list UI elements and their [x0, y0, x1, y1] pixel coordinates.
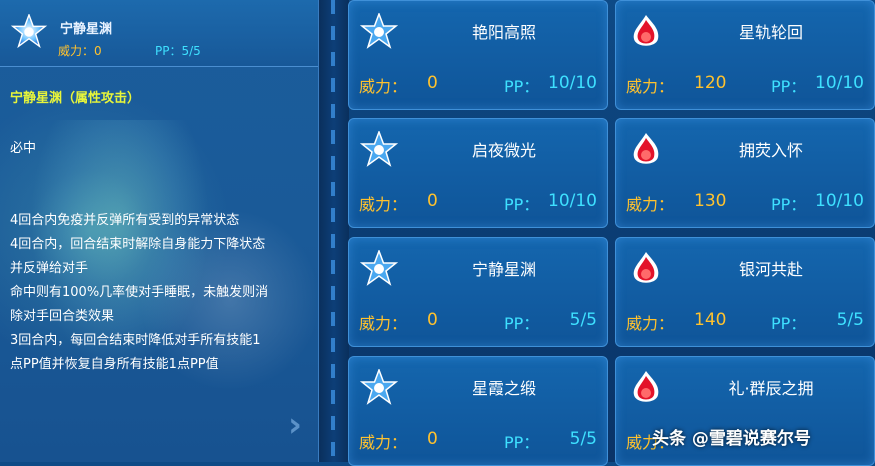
- power-value: 140: [694, 310, 727, 330]
- pp-value: 5/5: [569, 429, 597, 449]
- skill-name: 宁静星渊: [471, 260, 536, 279]
- pp-label: PP：: [771, 77, 807, 96]
- watermark: 头条 @雪碧说赛尔号: [652, 429, 811, 449]
- desc-line: 点PP值并恢复自身所有技能1点PP值: [10, 357, 219, 372]
- star-element-icon: [359, 250, 399, 286]
- detail-skill-name: 宁静星渊: [60, 22, 113, 37]
- pp-value: 10/10: [815, 73, 864, 93]
- power-label: 威力：: [359, 433, 408, 452]
- skill-name: 拥荧入怀: [738, 141, 803, 160]
- skill-card[interactable]: 礼·群辰之拥 威力：: [615, 356, 875, 466]
- power-value: 0: [427, 429, 438, 449]
- skill-name: 艳阳高照: [471, 23, 536, 42]
- pp-value: 5/5: [836, 310, 864, 330]
- pp-value: 10/10: [548, 73, 597, 93]
- pp-label: PP：: [504, 433, 540, 452]
- pp-value: 10/10: [815, 191, 864, 211]
- desc-line: 必中: [10, 141, 37, 156]
- skill-card[interactable]: 拥荧入怀 威力： 130 PP： 10/10: [615, 118, 875, 228]
- fire-element-icon: [633, 371, 659, 402]
- desc-gap: [10, 185, 315, 209]
- skill-name: 启夜微光: [471, 141, 536, 160]
- star-element-icon: [359, 13, 399, 49]
- power-label: 威力：: [359, 195, 408, 214]
- detail-type-line: 宁静星渊（属性攻击）: [10, 91, 141, 106]
- pp-label: PP：: [504, 314, 540, 333]
- skill-grid: 艳阳高照 威力： 0 PP： 10/10 星轨轮回 威力： 120 PP： 10…: [348, 0, 875, 466]
- pp-label: PP：: [771, 314, 807, 333]
- detail-power: 威力：0: [58, 44, 102, 58]
- desc-line: 4回合内免疫并反弹所有受到的异常状态: [10, 213, 240, 228]
- skill-name: 星轨轮回: [738, 23, 803, 42]
- desc-line: 4回合内，回合结束时解除自身能力下降状态: [10, 237, 266, 252]
- fire-element-icon: [633, 133, 659, 164]
- skill-name: 礼·群辰之拥: [728, 379, 814, 398]
- panel-separator: [319, 0, 349, 462]
- fire-element-icon: [633, 252, 659, 283]
- skill-detail-header: 宁静星渊 威力：0 PP：5/5: [0, 0, 318, 67]
- skill-card[interactable]: 星轨轮回 威力： 120 PP： 10/10: [615, 0, 875, 110]
- skill-card[interactable]: 启夜微光 威力： 0 PP： 10/10: [348, 118, 608, 228]
- skill-card[interactable]: 宁静星渊 威力： 0 PP： 5/5: [348, 237, 608, 347]
- skill-name: 银河共赴: [738, 260, 803, 279]
- pp-label: PP：: [771, 195, 807, 214]
- pp-value: 10/10: [548, 191, 597, 211]
- pp-label: PP：: [504, 195, 540, 214]
- power-label: 威力：: [626, 195, 675, 214]
- star-element-icon: [359, 369, 399, 405]
- power-label: 威力：: [359, 314, 408, 333]
- star-element-icon: [359, 131, 399, 167]
- separator-line: [331, 0, 335, 462]
- desc-gap: [10, 161, 315, 185]
- power-value: 0: [427, 310, 438, 330]
- skill-card[interactable]: 银河共赴 威力： 140 PP： 5/5: [615, 237, 875, 347]
- desc-line: 命中则有100%几率使对手睡眠，未触发则消: [10, 285, 269, 300]
- detail-description: 必中 4回合内免疫并反弹所有受到的异常状态 4回合内，回合结束时解除自身能力下降…: [10, 137, 315, 377]
- desc-line: 除对手回合类效果: [10, 309, 115, 324]
- power-value: 0: [427, 73, 438, 93]
- detail-pp: PP：5/5: [155, 44, 201, 58]
- power-label: 威力：: [626, 77, 675, 96]
- skill-name: 星霞之缎: [471, 379, 536, 398]
- star-element-icon: [10, 14, 48, 49]
- pp-label: PP：: [504, 77, 540, 96]
- chevron-right-icon[interactable]: ›: [288, 405, 302, 445]
- power-value: 120: [694, 73, 727, 93]
- power-value: 0: [427, 191, 438, 211]
- desc-line: 并反弹给对手: [10, 261, 89, 276]
- skill-card[interactable]: 艳阳高照 威力： 0 PP： 10/10: [348, 0, 608, 110]
- power-label: 威力：: [359, 77, 408, 96]
- power-value: 130: [694, 191, 727, 211]
- pp-value: 5/5: [569, 310, 597, 330]
- desc-line: 3回合内，每回合结束时降低对手所有技能1: [10, 333, 261, 348]
- fire-element-icon: [633, 15, 659, 46]
- skill-detail-panel: 宁静星渊 威力：0 PP：5/5 宁静星渊（属性攻击） 必中 4回合内免疫并反弹…: [0, 0, 319, 462]
- power-label: 威力：: [626, 314, 675, 333]
- skill-card[interactable]: 星霞之缎 威力： 0 PP： 5/5: [348, 356, 608, 466]
